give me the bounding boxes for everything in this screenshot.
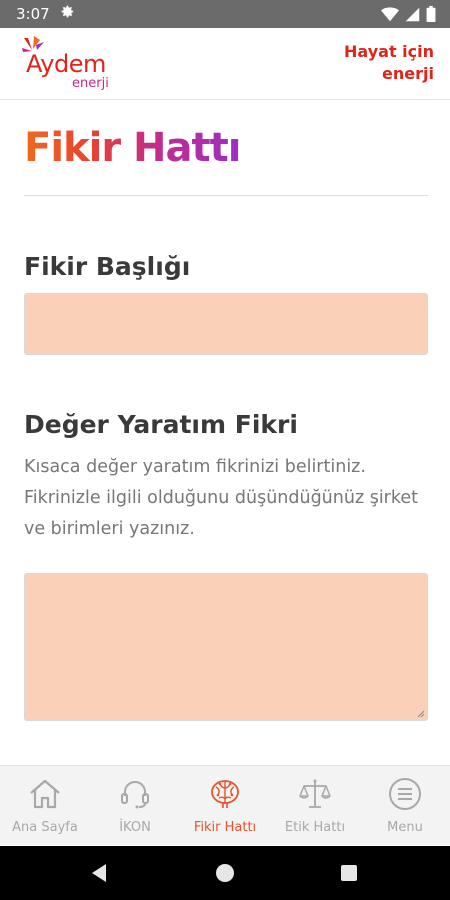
value-creation-help-text: Kısaca değer yaratım fikrinizi belirtini… — [24, 457, 419, 539]
nav-label-ikon: İKON — [119, 820, 151, 835]
status-icons — [381, 6, 436, 27]
nav-item-etik-hatti[interactable]: Etik Hattı — [270, 766, 360, 846]
nav-label-fikir-hatti: Fikir Hattı — [193, 820, 257, 835]
home-button-icon[interactable] — [216, 864, 234, 882]
value-creation-textarea[interactable] — [24, 573, 428, 721]
gear-icon — [60, 4, 75, 23]
signal-icon — [405, 7, 420, 27]
menu-icon — [389, 778, 421, 810]
brain-icon — [211, 780, 239, 808]
status-bar: 3:07 — [0, 0, 450, 28]
idea-title-input[interactable] — [24, 293, 428, 355]
back-icon[interactable] — [90, 863, 108, 883]
nav-item-menu[interactable]: Menu — [360, 766, 450, 846]
recent-apps-icon[interactable] — [341, 865, 357, 881]
resize-grip-icon[interactable] — [417, 710, 425, 718]
logo-subtext: enerji — [72, 76, 109, 91]
bottom-nav: Ana Sayfa İKON Fikir Hattı Etik Hattı Me… — [0, 765, 450, 845]
nav-label-etik-hatti: Etik Hattı — [284, 820, 346, 835]
nav-label-home: Ana Sayfa — [12, 820, 78, 835]
tagline: Hayat için enerji — [314, 41, 434, 85]
idea-title-label: Fikir Başlığı — [24, 252, 191, 281]
headset-icon — [121, 781, 149, 809]
page-title: Fikir Hattı — [24, 125, 241, 171]
wifi-icon — [381, 6, 399, 27]
system-nav-bar — [0, 846, 450, 900]
tagline-line2: enerji — [382, 64, 434, 83]
nav-item-fikir-hatti[interactable]: Fikir Hattı — [180, 766, 270, 846]
nav-label-menu: Menu — [387, 820, 423, 835]
scales-icon — [299, 779, 331, 808]
divider — [24, 195, 428, 196]
home-icon — [30, 779, 60, 809]
aydem-logo[interactable]: Aydem enerji — [20, 36, 120, 92]
status-time: 3:07 — [16, 5, 50, 23]
battery-icon — [426, 6, 436, 27]
nav-item-home[interactable]: Ana Sayfa — [0, 766, 90, 846]
nav-item-ikon[interactable]: İKON — [90, 766, 180, 846]
logo-text: Aydem — [26, 50, 106, 78]
tagline-line1: Hayat için — [344, 42, 434, 61]
app-header: Aydem enerji Hayat için enerji — [0, 28, 450, 100]
value-creation-label: Değer Yaratım Fikri — [24, 410, 298, 439]
